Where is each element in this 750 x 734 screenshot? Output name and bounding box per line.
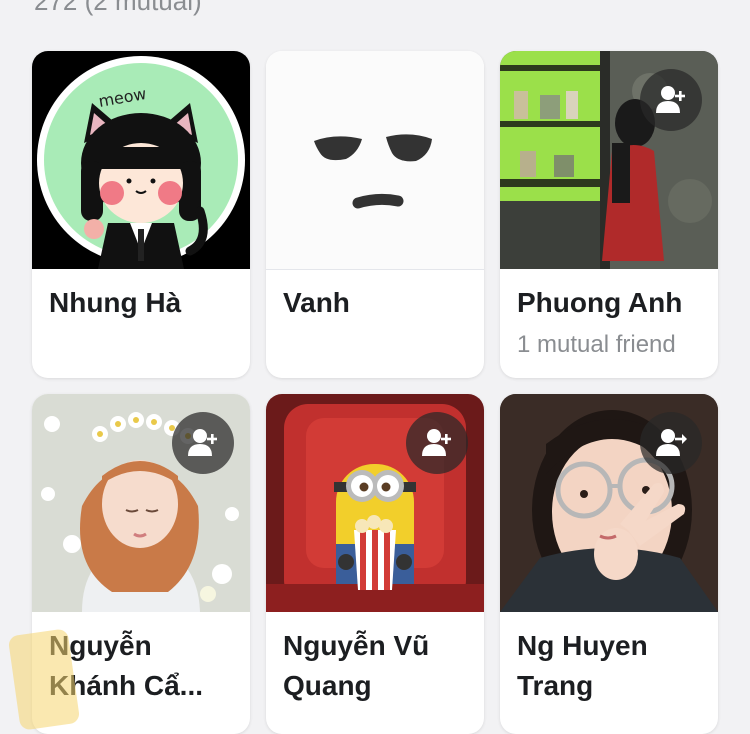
unamused-face-image (266, 51, 484, 269)
friend-name[interactable]: Vanh (283, 283, 472, 323)
mutual-friends-text[interactable]: 1 mutual friend (517, 330, 708, 360)
profile-photo[interactable] (266, 51, 484, 270)
add-friend-button[interactable] (640, 69, 702, 131)
friends-grid: meow Nhung Hà Vanh Phuong Anh 1 mutual f… (0, 0, 750, 734)
friend-card-ng-huyen-trang[interactable]: Ng Huyen Trang (500, 394, 718, 734)
add-friend-icon (422, 429, 451, 456)
request-sent-button[interactable] (640, 412, 702, 474)
friend-name[interactable]: Ng Huyen Trang (517, 626, 706, 706)
add-friend-icon (656, 86, 685, 113)
friend-name[interactable]: Nhung Hà (49, 283, 238, 323)
request-sent-icon (656, 429, 687, 456)
profile-photo[interactable]: meow (32, 51, 250, 269)
friend-card-nguyen-vu-quang[interactable]: Nguyễn Vũ Quang (266, 394, 484, 734)
friend-card-vanh[interactable]: Vanh (266, 51, 484, 378)
add-friend-button[interactable] (172, 412, 234, 474)
add-friend-icon (188, 429, 217, 456)
cartoon-avatar-image: meow (32, 51, 250, 269)
friend-card-nhung-ha[interactable]: meow Nhung Hà (32, 51, 250, 378)
friend-name[interactable]: Nguyễn Khánh Cẩ... (49, 626, 238, 706)
friend-card-phuong-anh[interactable]: Phuong Anh 1 mutual friend (500, 51, 718, 378)
friend-name[interactable]: Phuong Anh (517, 283, 706, 323)
friend-name[interactable]: Nguyễn Vũ Quang (283, 626, 472, 706)
add-friend-button[interactable] (406, 412, 468, 474)
